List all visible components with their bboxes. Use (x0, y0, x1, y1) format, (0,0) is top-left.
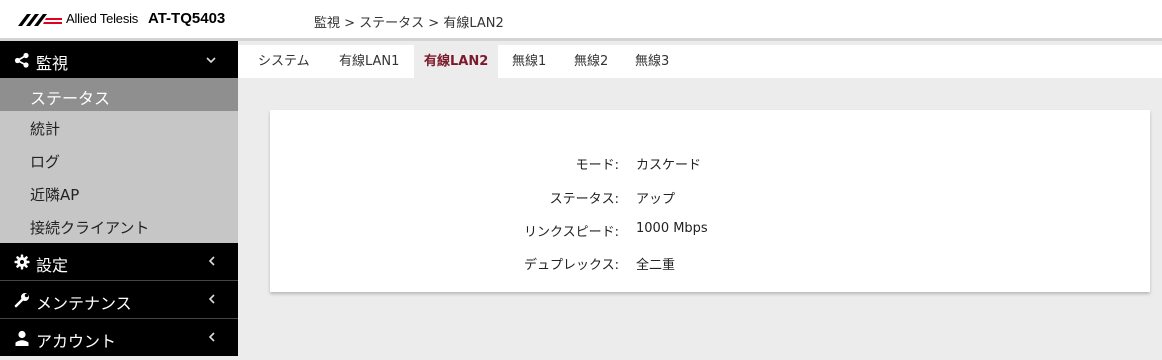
gear-icon (14, 254, 30, 270)
sidebar-section-settings[interactable]: 設定 (0, 243, 238, 280)
sidebar-item-label: ステータス (30, 89, 111, 108)
chevron-left-icon (208, 331, 216, 345)
detail-label: デュプレックス: (524, 258, 619, 273)
brand-name: Allied Telesis (66, 11, 139, 26)
detail-value: アップ (636, 192, 676, 207)
status-tabs: システム 有線LAN1 有線LAN2 無線1 無線2 無線3 (238, 45, 1162, 78)
sidebar-section-account[interactable]: アカウント (0, 319, 238, 356)
detail-row-duplex: デュプレックス: 全二重 (270, 254, 1150, 274)
tab-wireless2[interactable]: 無線2 (564, 45, 618, 78)
sidebar-item-label: ログ (30, 153, 61, 171)
tab-wired-lan2[interactable]: 有線LAN2 (414, 45, 499, 78)
allied-telesis-logo-icon (18, 12, 62, 28)
sidebar-section-label: メンテナンス (36, 294, 132, 313)
device-model: AT-TQ5403 (148, 10, 226, 27)
lan2-status-panel: モード: カスケード ステータス: アップ リンクスピード: 1000 Mbps… (270, 110, 1150, 292)
sidebar: 監視 ステータス 統計 ログ 近隣AP 接続クライアント 設定 メンテナンス ア… (0, 41, 238, 360)
detail-label: モード: (575, 158, 619, 173)
sidebar-item-log[interactable]: ログ (0, 144, 238, 177)
sidebar-section-label: アカウント (36, 332, 117, 351)
sidebar-section-label: 設定 (36, 256, 69, 275)
sidebar-item-label: 近隣AP (30, 186, 80, 204)
tab-wireless3[interactable]: 無線3 (625, 45, 679, 78)
sidebar-section-monitor[interactable]: 監視 (0, 41, 238, 78)
top-header: Allied Telesis AT-TQ5403 監視 > ステータス > 有線… (0, 0, 1162, 41)
sidebar-item-connected-clients[interactable]: 接続クライアント (0, 210, 238, 243)
detail-label: ステータス: (549, 192, 619, 207)
detail-value: カスケード (636, 158, 702, 173)
wrench-icon (14, 292, 30, 308)
breadcrumb: 監視 > ステータス > 有線LAN2 (314, 16, 504, 31)
user-icon (14, 330, 30, 346)
detail-row-link-speed: リンクスピード: 1000 Mbps (270, 221, 1150, 241)
detail-label: リンクスピード: (524, 225, 619, 240)
detail-value: 1000 Mbps (636, 221, 708, 236)
sidebar-section-label: 監視 (36, 54, 69, 73)
chevron-left-icon (208, 293, 216, 307)
detail-row-mode: モード: カスケード (270, 154, 1150, 174)
chevron-left-icon (208, 255, 216, 269)
share-icon (14, 52, 30, 68)
chevron-down-icon (206, 53, 216, 67)
sidebar-section-maintenance[interactable]: メンテナンス (0, 281, 238, 318)
detail-value: 全二重 (636, 258, 676, 273)
tab-wireless1[interactable]: 無線1 (502, 45, 556, 78)
tab-system[interactable]: システム (248, 45, 320, 78)
sidebar-item-status[interactable]: ステータス (0, 78, 238, 111)
tab-wired-lan1[interactable]: 有線LAN1 (329, 45, 409, 78)
sidebar-item-statistics[interactable]: 統計 (0, 111, 238, 144)
sidebar-item-neighbor-ap[interactable]: 近隣AP (0, 177, 238, 210)
detail-row-status: ステータス: アップ (270, 188, 1150, 208)
sidebar-item-label: 統計 (30, 120, 61, 138)
sidebar-item-label: 接続クライアント (30, 219, 150, 237)
